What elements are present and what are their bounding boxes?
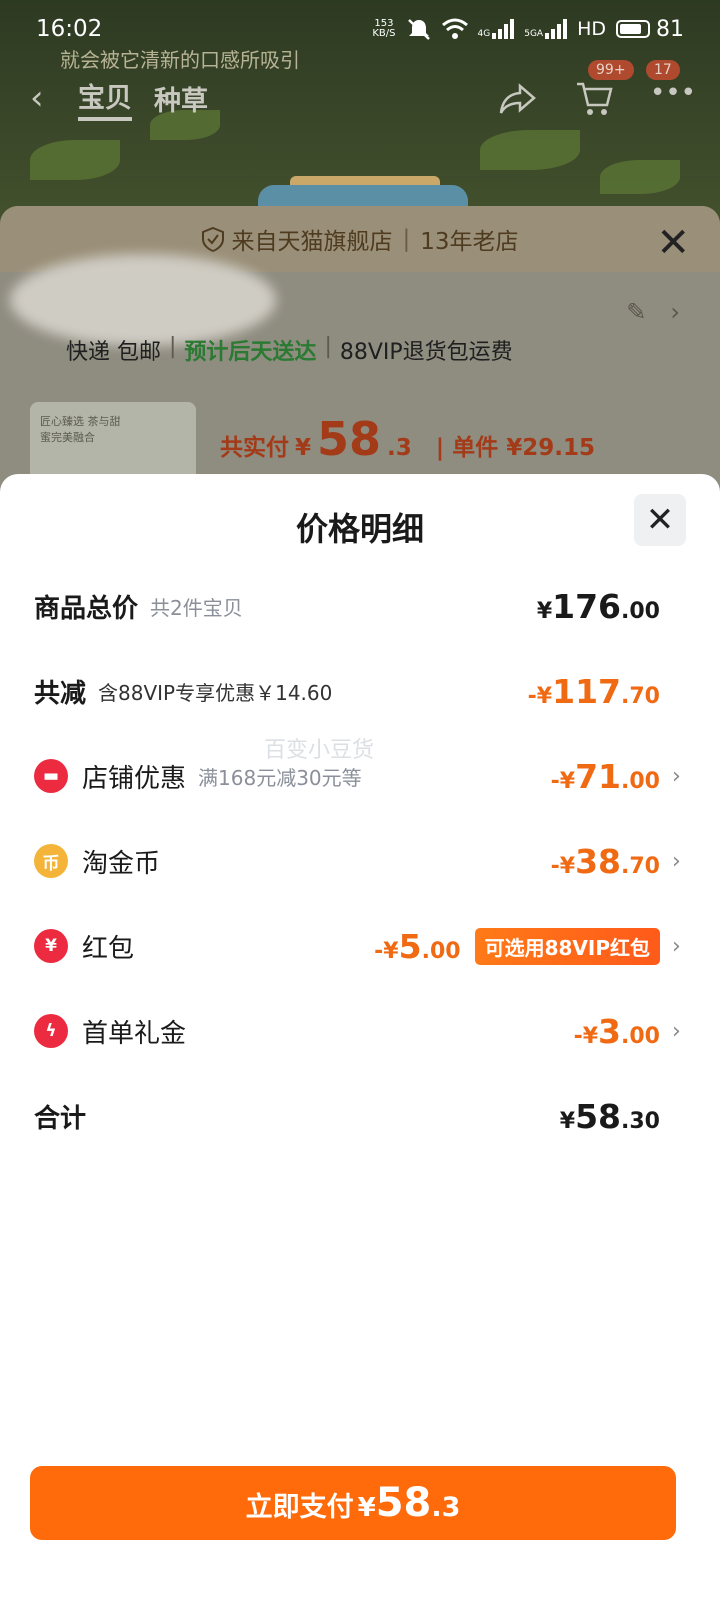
share-icon[interactable] (498, 78, 538, 118)
chevron-right-icon: › (672, 933, 681, 959)
row-total-price: 商品总价 共2件宝贝 ¥176.00 (34, 586, 660, 626)
row-tao-coin[interactable]: 币 淘金币 -¥ 38.70 › (34, 831, 684, 891)
order-paid-summary: 共实付 ¥ 58 .3 | 单件 ¥29.15 (220, 412, 595, 466)
total-discount-value: -¥ 117.70 (527, 671, 660, 711)
more-button[interactable]: ••• 17 (646, 60, 696, 118)
product-nav-bar: ‹ 宝贝 种草 99+ ••• 17 (0, 60, 720, 128)
row-first-order-bonus[interactable]: ϟ 首单礼金 -¥ 3.00 › (34, 1001, 684, 1061)
store-icon: ▬ (34, 759, 68, 793)
battery-indicator: 81 (616, 17, 684, 42)
chevron-right-icon: › (672, 848, 681, 874)
tab-grass[interactable]: 种草 (154, 79, 208, 118)
status-indicators: 153 KB/S 4G 5GA HD 81 (372, 17, 684, 42)
address-edit-controls[interactable]: ✎ › (626, 298, 680, 326)
vip-red-packet-tag[interactable]: 可选用88VIP红包 (474, 927, 660, 965)
row-red-packet[interactable]: ¥ 红包 -¥ 5.00 可选用88VIP红包 › (34, 916, 684, 976)
shield-check-icon (202, 226, 225, 252)
chevron-right-icon: › (672, 1018, 681, 1044)
chevron-right-icon: › (672, 763, 681, 789)
network-speed: 153 KB/S (372, 18, 396, 39)
signal-4g-icon: 4G (478, 19, 515, 39)
price-detail-close-button[interactable]: ✕ (634, 494, 686, 546)
cart-button[interactable]: 99+ (574, 60, 634, 118)
lightning-icon: ϟ (34, 1014, 68, 1048)
eta-text: 预计后天送达 (184, 340, 317, 365)
tab-item[interactable]: 宝贝 (78, 76, 132, 121)
shop-discount-value: -¥ 71.00 (550, 756, 660, 796)
wifi-icon (441, 18, 468, 39)
status-bar: 16:02 153 KB/S 4G 5GA HD 81 (0, 0, 720, 58)
row-shop-discount[interactable]: ▬ 店铺优惠 满168元减30元等 -¥ 71.00 › (34, 746, 684, 806)
order-sheet-close-icon[interactable]: ✕ (656, 220, 690, 266)
status-time: 16:02 (36, 16, 103, 42)
back-arrow-icon[interactable]: ‹ (30, 78, 78, 118)
first-order-value: -¥ 3.00 (573, 1011, 660, 1051)
coin-icon: 币 (34, 844, 68, 878)
more-badge: 17 (646, 60, 680, 80)
shop-age-text: 13年老店 (420, 229, 519, 255)
signal-5g-icon: 5GA (524, 19, 568, 39)
product-thumbnail-text: 匠心臻选 茶与甜蜜完美融合 (40, 415, 121, 444)
red-packet-value: -¥ 5.00 (374, 926, 461, 966)
chevron-right-icon[interactable]: › (670, 298, 680, 326)
row-total-discount: 共减 含88VIP专享优惠￥14.60 -¥ 117.70 (34, 671, 660, 711)
delivery-info: 快递 包邮 | 预计后天送达 | 88VIP退货包运费 (66, 334, 513, 365)
price-detail-title: 价格明细 (295, 510, 424, 548)
edit-pencil-icon[interactable]: ✎ (626, 298, 646, 326)
close-icon: ✕ (645, 500, 675, 540)
hd-indicator: HD (577, 18, 606, 40)
shipping-text: 快递 包邮 (66, 340, 161, 365)
red-packet-icon: ¥ (34, 929, 68, 963)
blurred-address (10, 254, 276, 346)
mute-icon (407, 19, 430, 40)
total-price-value: ¥176.00 (536, 586, 660, 626)
cart-icon (577, 82, 613, 115)
return-policy-text: 88VIP退货包运费 (339, 340, 513, 365)
row-sum: 合计 ¥58.30 (34, 1096, 660, 1136)
more-icon: ••• (650, 78, 697, 108)
sum-value: ¥58.30 (559, 1096, 660, 1136)
cart-badge: 99+ (588, 60, 634, 80)
pay-now-button[interactable]: 立即支付 ¥ 58 .3 (30, 1466, 676, 1540)
price-detail-sheet: 价格明细 ✕ 百变小豆货 商品总价 共2件宝贝 ¥176.00 共减 含88VI… (0, 474, 720, 1600)
coin-discount-value: -¥ 38.70 (550, 841, 660, 881)
shop-source-text: 来自天猫旗舰店 (231, 229, 393, 255)
battery-icon (616, 20, 650, 38)
